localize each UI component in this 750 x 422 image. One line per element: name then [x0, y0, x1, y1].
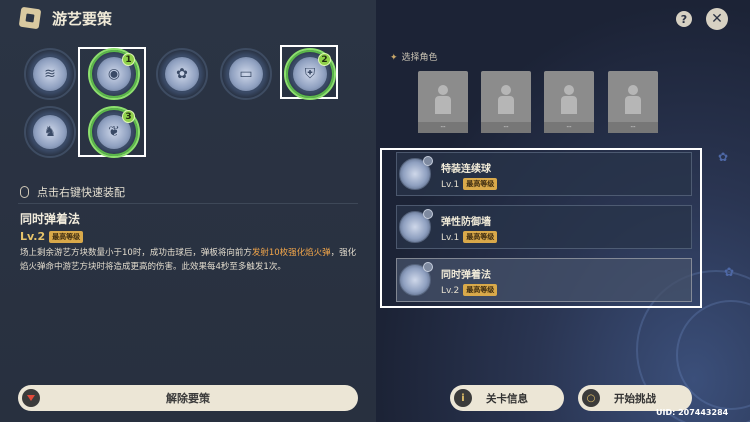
max-level-tag: 最高等级 — [463, 178, 498, 190]
wall-icon: ▭ — [229, 57, 263, 91]
character-silhouette-icon — [628, 85, 638, 95]
flower-decor-icon: ✿ — [718, 150, 729, 164]
swap-icon — [423, 262, 433, 272]
order-badge: 2 — [318, 53, 331, 66]
equipped-strategy-row[interactable]: 同时弹着法 Lv.2 最高等级 — [396, 258, 692, 302]
flower-ball-icon: ✿ — [165, 57, 199, 91]
close-icon[interactable]: ✕ — [706, 8, 728, 30]
strategy-slot-6[interactable]: ♞ — [24, 106, 76, 158]
stage-info-button[interactable]: i 关卡信息 — [450, 385, 564, 411]
swap-icon — [423, 156, 433, 166]
equipped-strategy-row[interactable]: 弹性防御墙 Lv.1 最高等级 — [396, 205, 692, 249]
max-level-tag: 最高等级 — [463, 284, 498, 296]
quick-equip-hint: 点击右键快速装配 — [20, 184, 125, 200]
remove-icon — [22, 389, 40, 407]
strategy-detail-level: Lv.2 最高等级 — [20, 230, 84, 243]
strategy-grid: ≋ ◉ 1 ✿ ▭ ⛨ 2 ♞ ❦ 3 — [0, 40, 376, 165]
strategy-slot-3[interactable]: ✿ — [156, 48, 208, 100]
strategy-slot-1[interactable]: ≋ — [24, 48, 76, 100]
strategy-detail-description: 场上剩余游艺方块数量小于10时，成功击球后，弹板将向前方发射10枚强化焰火弹，强… — [20, 248, 357, 272]
character-silhouette-icon — [438, 85, 448, 95]
uid-label: UID: 207443284 — [656, 408, 729, 417]
strategy-detail-name: 同时弹着法 — [20, 212, 81, 226]
character-slot[interactable]: -- — [418, 71, 468, 133]
strategy-slot-4[interactable]: ▭ — [220, 48, 272, 100]
mouse-icon — [20, 186, 29, 198]
select-character-title: ✦ 选择角色 — [390, 53, 438, 63]
panel-header: 游艺要策 — [0, 0, 376, 36]
character-slot[interactable]: -- — [544, 71, 594, 133]
order-badge: 3 — [122, 110, 135, 123]
equipped-strategy-row[interactable]: 特装连续球 Lv.1 最高等级 — [396, 152, 692, 196]
character-silhouette-icon — [564, 85, 574, 95]
character-slot[interactable]: -- — [481, 71, 531, 133]
max-level-tag: 最高等级 — [49, 231, 84, 243]
order-badge: 1 — [122, 53, 135, 66]
circle-icon: ○ — [582, 389, 600, 407]
max-level-tag: 最高等级 — [463, 231, 498, 243]
info-icon: i — [454, 389, 472, 407]
flower-decor-icon: ✿ — [724, 265, 735, 279]
strategy-panel: 游艺要策 ≋ ◉ 1 ✿ ▭ ⛨ 2 ♞ ❦ 3 点击右键快速装配 同时弹着法 … — [0, 0, 376, 422]
character-slot[interactable]: -- — [608, 71, 658, 133]
help-icon[interactable]: ? — [676, 11, 692, 27]
divider — [18, 203, 358, 204]
page-title: 游艺要策 — [52, 10, 113, 28]
boot-icon: ♞ — [33, 115, 67, 149]
wind-bell-icon: ≋ — [33, 57, 67, 91]
remove-strategy-button[interactable]: 解除要策 — [18, 385, 358, 411]
box-icon — [18, 6, 42, 30]
highlight-text: 发射10枚强化焰火弹 — [251, 248, 331, 258]
character-silhouette-icon — [501, 85, 511, 95]
swap-icon — [423, 209, 433, 219]
